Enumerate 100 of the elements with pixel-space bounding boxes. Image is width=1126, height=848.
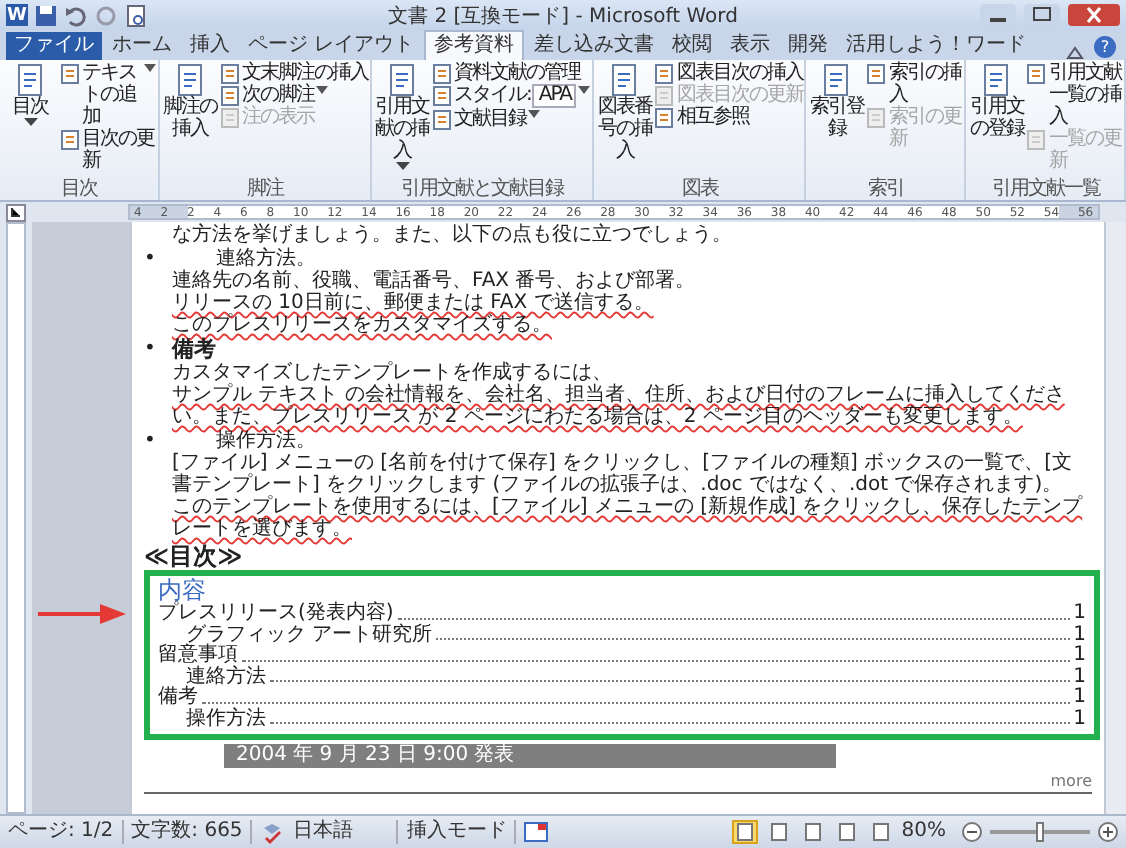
document-icon	[432, 110, 452, 130]
paragraph: 連絡先の名前、役職、電話番号、FAX 番号、および部署。	[172, 270, 698, 292]
ribbon-tab[interactable]: ページ レイアウト	[240, 32, 423, 60]
caret-icon	[528, 110, 540, 118]
large-ribbon-button[interactable]: 脚注の挿入	[162, 62, 218, 178]
section-heading: 備考	[172, 338, 218, 362]
date-bar: 2004 年 9 月 23 日 9:00 発表	[224, 744, 836, 768]
vertical-scrollbar[interactable]	[1104, 222, 1126, 814]
toc-heading: ≪目次≫	[144, 542, 245, 570]
ribbon-tab[interactable]: ホーム	[104, 32, 180, 60]
ribbon-button[interactable]: 資料文献の管理	[432, 62, 591, 84]
paragraph: サンプル テキスト の会社情報を、会社名、担当者、住所、および日付のフレームに挿入してください。また、プレスリリース が 2 ページにわたる場合は、2 ページ目のヘッダーも変更します。	[172, 384, 1067, 428]
document-icon	[982, 64, 1011, 96]
print-preview-icon[interactable]	[124, 3, 148, 27]
document-icon	[654, 86, 675, 106]
ribbon-tab[interactable]: 表示	[722, 32, 779, 60]
ribbon-tab[interactable]: 差し込み文書	[526, 32, 663, 60]
document-icon	[432, 64, 452, 84]
zoom-in-icon[interactable]	[1098, 822, 1118, 842]
view-icon[interactable]	[833, 820, 860, 844]
insert-mode[interactable]: 挿入モード	[406, 820, 517, 844]
large-ribbon-button[interactable]: 図表番号の挿入	[596, 62, 653, 178]
view-icon[interactable]	[765, 820, 792, 844]
section-heading: 操作方法。	[214, 430, 318, 452]
bullet: •	[144, 248, 158, 274]
maximize-icon[interactable]	[1024, 4, 1060, 26]
paragraph: リリースの 10日前に、郵便または FAX で送信する。	[172, 292, 656, 314]
document-icon	[432, 86, 452, 106]
language[interactable]: 日本語	[292, 820, 399, 844]
toc-entry[interactable]: プレスリリース(発表内容) 1	[158, 604, 1086, 625]
style-dropdown[interactable]: APA	[532, 84, 577, 108]
document-icon	[60, 64, 80, 84]
ribbon-button[interactable]: 索引の挿入	[866, 62, 963, 106]
ribbon-button[interactable]: テキストの追加	[60, 62, 156, 128]
save-icon[interactable]	[34, 3, 58, 27]
ribbon-tab[interactable]: 挿入	[182, 32, 238, 60]
document-icon	[388, 64, 416, 96]
document-icon	[220, 64, 240, 84]
word-count[interactable]: 文字数: 665	[131, 820, 253, 844]
group-label: 脚注	[245, 178, 286, 200]
large-ribbon-button[interactable]: 引用文献の挿入	[374, 62, 430, 178]
collapse-ribbon-icon[interactable]	[1066, 44, 1084, 60]
view-icon[interactable]	[799, 820, 826, 844]
help-button[interactable]: ?	[1094, 36, 1116, 58]
large-ribbon-button[interactable]: 引用文の登録	[968, 62, 1025, 178]
zoom-out-icon[interactable]	[962, 822, 982, 842]
document-icon	[1026, 64, 1047, 84]
document-icon	[654, 64, 675, 84]
ribbon-button[interactable]: 次の脚注	[220, 84, 368, 106]
document-icon	[60, 130, 80, 150]
document-icon	[16, 64, 44, 96]
document-icon	[822, 64, 851, 96]
document-icon	[1026, 130, 1047, 150]
ribbon-button[interactable]: スタイル: APA	[432, 84, 591, 108]
close-icon[interactable]	[1068, 4, 1120, 26]
paragraph: な方法を挙げましょう。また、以下の点も役に立つでしょう。	[170, 224, 734, 246]
ribbon-button[interactable]: 引用文献一覧の挿入	[1026, 62, 1123, 128]
toc-entry[interactable]: グラフィック アート研究所 1	[158, 625, 1086, 646]
arrow-annotation	[38, 602, 126, 626]
paragraph: [ファイル] メニューの [名前を付けて保存] をクリックし、[ファイルの種類] ボックスの一覧で、[文書テンプレート] をクリックします (ファイルの拡張子は、.doc ではなく、.dot で保存されます)。	[172, 452, 1073, 496]
ribbon-tab[interactable]: 活用しよう！ワード	[838, 32, 1035, 60]
window-title: 文書 2 [互換モード] - Microsoft Word	[386, 3, 740, 29]
footer-text: more	[1050, 772, 1092, 792]
tab-selector-icon[interactable]	[6, 203, 26, 221]
caret-icon	[578, 86, 591, 94]
ribbon-tab[interactable]: 校閲	[664, 32, 721, 60]
caret-icon	[144, 64, 156, 72]
ribbon-tab[interactable]: 参考資料	[424, 30, 525, 60]
toc-entry[interactable]: 操作方法 1	[158, 709, 1086, 730]
view-icon[interactable]	[867, 820, 894, 844]
ribbon-button[interactable]: 目次の更新	[60, 128, 156, 172]
large-ribbon-button[interactable]: 索引登録	[808, 62, 865, 178]
document-icon	[176, 64, 204, 96]
toc-entry[interactable]: 備考 1	[158, 688, 1086, 709]
large-ribbon-button[interactable]: 目次	[2, 62, 58, 178]
ribbon-button[interactable]: 相互参照	[654, 106, 803, 128]
group-label: 引用文献一覧	[989, 178, 1103, 200]
view-icon[interactable]	[731, 820, 758, 844]
paragraph: このプレスリリースをカスタマイズする。	[172, 314, 554, 336]
minimize-icon[interactable]	[980, 4, 1016, 26]
group-label: 索引	[865, 178, 906, 200]
ribbon-tab[interactable]: 開発	[780, 32, 837, 60]
word-logo-icon[interactable]: W	[6, 4, 28, 26]
page-count[interactable]: ページ: 1/2	[8, 820, 124, 844]
toc-entry[interactable]: 連絡方法 1	[158, 667, 1086, 688]
ribbon-button[interactable]: 文献目録	[432, 108, 591, 130]
document-icon	[654, 108, 675, 128]
document-icon	[866, 64, 887, 84]
zoom-level[interactable]: 80%	[901, 820, 954, 844]
group-label: 引用文献と文献目録	[399, 178, 567, 200]
ribbon-tab[interactable]: ファイル	[6, 32, 102, 60]
paragraph: カスタマイズしたテンプレートを作成するには、	[172, 362, 612, 384]
ribbon-button[interactable]: 図表目次の挿入	[654, 62, 803, 84]
document-icon	[220, 108, 240, 128]
section-heading: 連絡方法。	[216, 248, 318, 270]
caret-icon	[316, 86, 328, 94]
undo-icon[interactable]	[64, 3, 88, 27]
ribbon-button[interactable]: 文末脚注の挿入	[220, 62, 368, 84]
toc-entry[interactable]: 留意事項 1	[158, 646, 1086, 667]
zoom-slider[interactable]	[1036, 822, 1044, 842]
